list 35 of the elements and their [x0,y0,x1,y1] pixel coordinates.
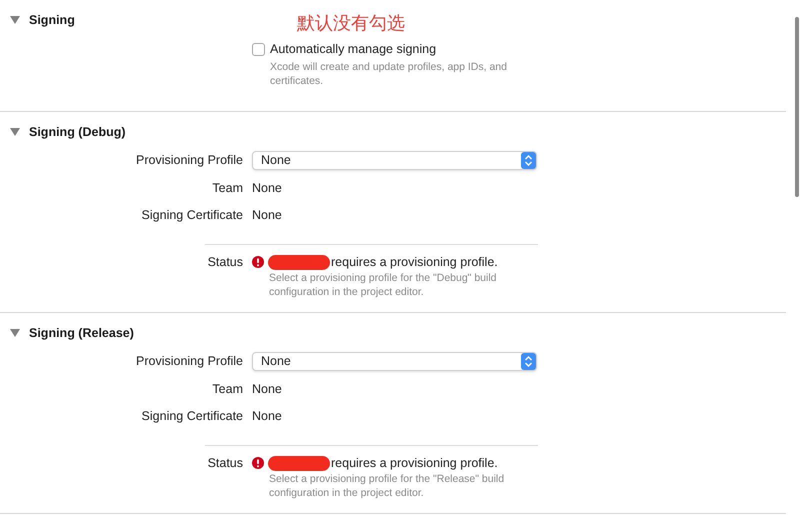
popup-button[interactable]: None [252,352,537,372]
field-value: None [252,408,282,426]
disclosure-triangle[interactable] [9,328,21,338]
disclosure-triangle[interactable] [9,127,21,137]
scrollbar-thumb[interactable] [795,17,799,197]
stepper-arrows-icon [521,353,536,370]
field-label: Signing Certificate [140,207,243,224]
field-label: Provisioning Profile [135,152,243,170]
section-title: Signing [29,12,75,29]
field-label: Team [211,380,243,398]
status-message: requires a provisioning profile. [331,254,498,271]
stepper-arrows-icon [521,152,536,170]
status-label: Status [206,254,243,270]
field-label: Team [211,180,243,197]
status-message: requires a provisioning profile. [331,454,498,472]
popup-button[interactable]: None [252,151,537,170]
section-title: Signing (Debug) [29,124,126,141]
disclosure-triangle[interactable] [9,15,21,25]
error-icon [252,457,264,469]
field-value: None [252,180,282,197]
checkbox-label: Automatically manage signing [270,41,436,58]
status-detail: Select a provisioning profile for the "Release" build configuration in the project editor. [269,472,506,500]
section-title: Signing (Release) [29,324,134,342]
error-icon [252,256,264,268]
annotation-text: 默认没有勾选 [297,12,405,36]
checkbox-description: Xcode will create and update profiles, app IDs, and certificates. [270,60,508,88]
status-detail: Select a provisioning profile for the "Debug" build configuration in the project editor. [269,270,498,298]
field-label: Provisioning Profile [135,353,243,370]
redaction-mark [268,254,330,270]
status-label: Status [206,456,243,472]
field-value: None [252,380,282,398]
field-value: None [252,207,282,224]
field-label: Signing Certificate [140,408,243,426]
checkbox[interactable] [252,42,265,56]
redaction-mark [268,456,330,470]
